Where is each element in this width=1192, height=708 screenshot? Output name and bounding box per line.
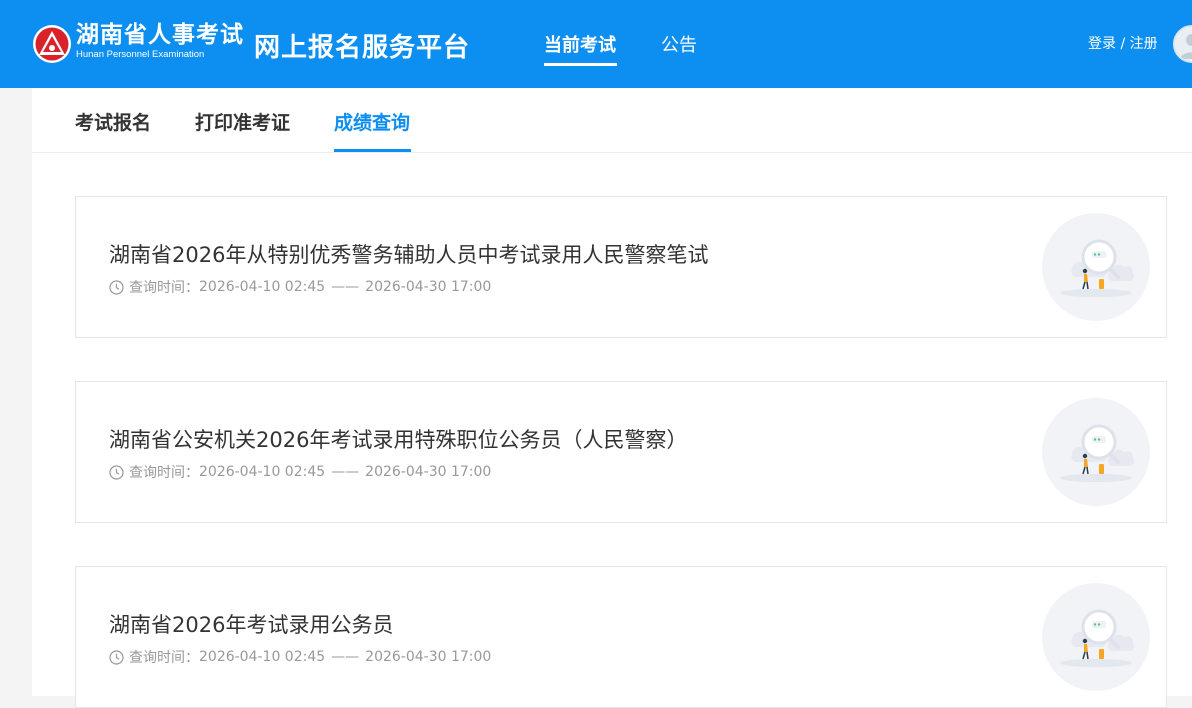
time-start: 2026-04-10 02:45 [199, 649, 326, 665]
time-label: 查询时间： [129, 650, 199, 666]
tab-score-query[interactable]: 成绩查询 [334, 108, 410, 135]
nav-announcements[interactable]: 公告 [661, 31, 697, 57]
exam-query-time: 查询时间： 2026-04-10 02:45 —— 2026-04-30 17:… [109, 647, 491, 667]
nav-current-exams[interactable]: 当前考试 [544, 31, 616, 57]
time-start: 2026-04-10 02:45 [199, 279, 326, 295]
sub-tabs-bar: 考试报名 打印准考证 成绩查询 [32, 88, 1192, 153]
search-magnifier-illustration-icon [1042, 398, 1150, 506]
time-start: 2026-04-10 02:45 [199, 464, 326, 480]
exam-card[interactable]: 湖南省公安机关2026年考试录用特殊职位公务员（人民警察） 查询时间： 2026… [75, 381, 1167, 523]
time-separator: —— [331, 649, 360, 665]
time-label: 查询时间： [129, 465, 199, 481]
login-register-link[interactable]: 登录 / 注册 [1088, 33, 1158, 53]
hunan-exam-logo-icon[interactable] [32, 24, 72, 64]
search-magnifier-illustration-icon [1042, 583, 1150, 691]
time-separator: —— [331, 279, 360, 295]
exam-title: 湖南省公安机关2026年考试录用特殊职位公务员（人民警察） [109, 428, 688, 452]
top-header: 湖南省人事考试 Hunan Personnel Examination 网上报名… [0, 0, 1192, 88]
exam-card[interactable]: 湖南省2026年考试录用公务员 查询时间： 2026-04-10 02:45 —… [75, 566, 1167, 708]
main-panel: 考试报名 打印准考证 成绩查询 湖南省2026年从特别优秀警务辅助人员中考试录用… [32, 88, 1192, 708]
nav-active-indicator [544, 63, 617, 66]
search-magnifier-illustration-icon [1042, 213, 1150, 321]
exam-query-time: 查询时间： 2026-04-10 02:45 —— 2026-04-30 17:… [109, 277, 491, 297]
clock-icon [109, 279, 124, 295]
user-avatar-icon[interactable] [1173, 25, 1192, 63]
time-end: 2026-04-30 17:00 [365, 649, 492, 665]
logo-chinese-name: 湖南省人事考试 [76, 22, 244, 48]
time-end: 2026-04-30 17:00 [365, 279, 492, 295]
clock-icon [109, 464, 124, 480]
tab-exam-registration[interactable]: 考试报名 [75, 108, 151, 135]
exam-title: 湖南省2026年从特别优秀警务辅助人员中考试录用人民警察笔试 [109, 243, 709, 267]
exam-card[interactable]: 湖南省2026年从特别优秀警务辅助人员中考试录用人民警察笔试 查询时间： 202… [75, 196, 1167, 338]
exam-query-time: 查询时间： 2026-04-10 02:45 —— 2026-04-30 17:… [109, 462, 491, 482]
tab-active-indicator [334, 149, 411, 152]
platform-title: 网上报名服务平台 [254, 33, 471, 63]
logo-text[interactable]: 湖南省人事考试 Hunan Personnel Examination [76, 22, 244, 60]
time-separator: —— [331, 464, 360, 480]
exam-title: 湖南省2026年考试录用公务员 [109, 613, 394, 637]
time-label: 查询时间： [129, 280, 199, 296]
tab-print-admission-ticket[interactable]: 打印准考证 [195, 108, 290, 135]
time-end: 2026-04-30 17:00 [365, 464, 492, 480]
logo-english-name: Hunan Personnel Examination [76, 49, 205, 60]
clock-icon [109, 649, 124, 665]
